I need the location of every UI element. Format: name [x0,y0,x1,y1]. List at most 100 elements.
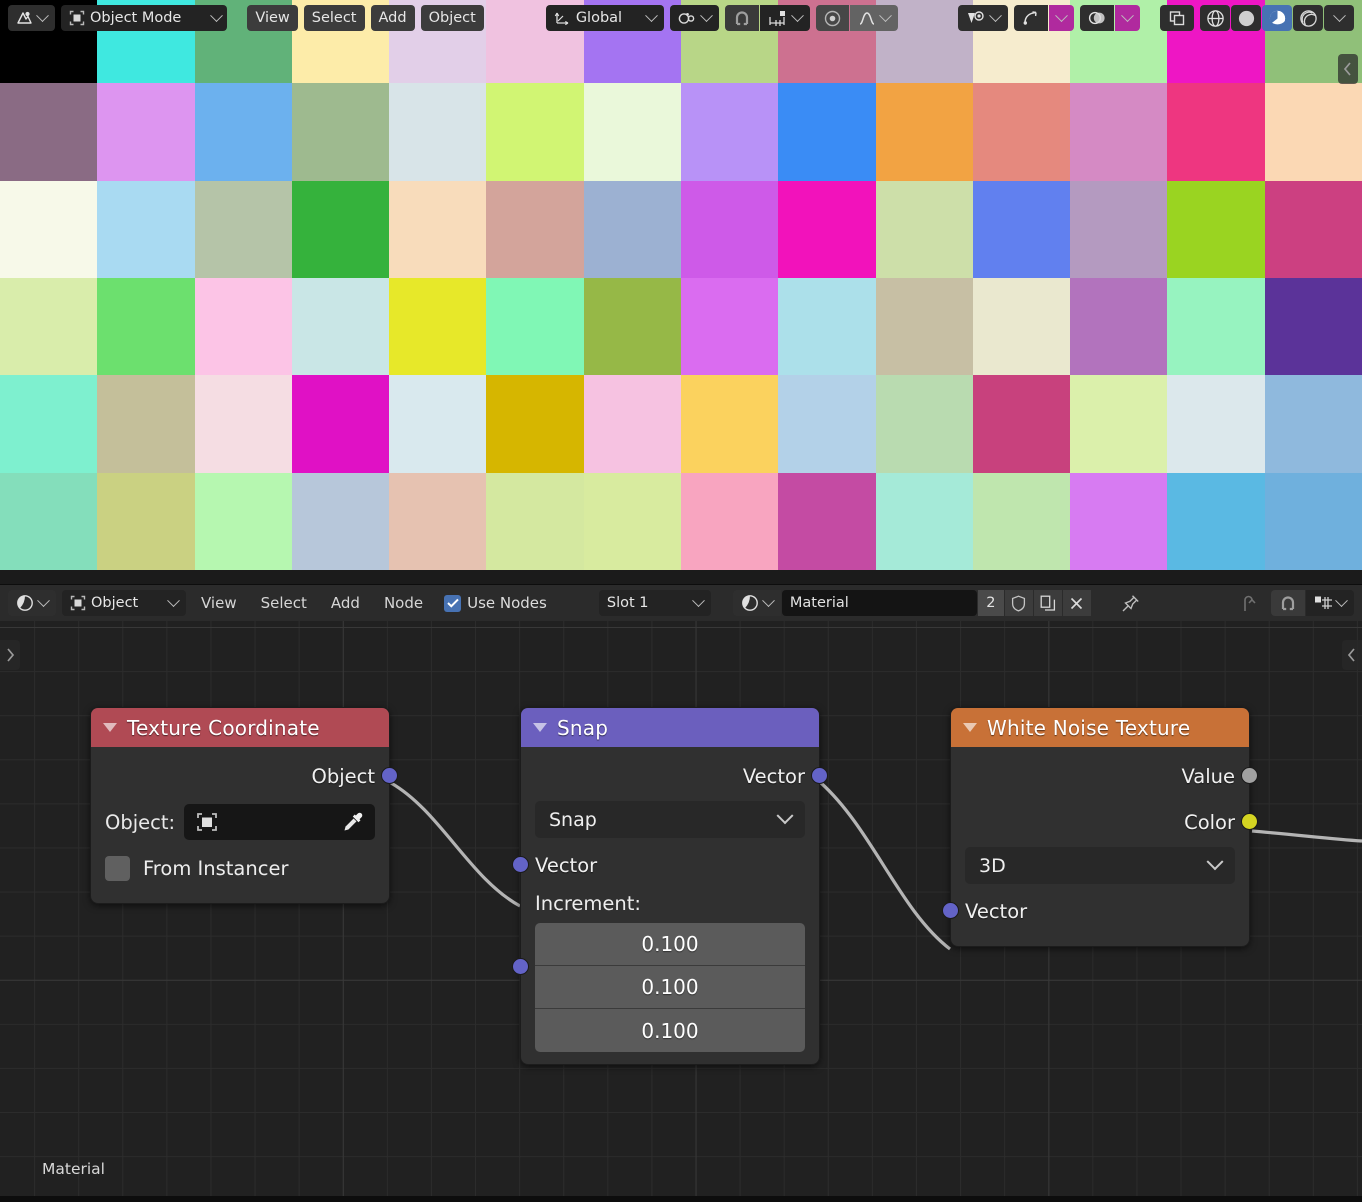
proportional-falloff-selector[interactable] [849,5,898,31]
chevron-down-icon [1335,593,1348,607]
material-name-input[interactable]: Material [781,590,977,616]
snap-target-selector[interactable] [759,5,810,31]
socket-vector-input[interactable] [512,856,529,873]
node-header[interactable]: White Noise Texture [951,708,1249,747]
shader-menu-add[interactable]: Add [322,590,369,616]
socket-increment-input[interactable] [512,958,529,975]
shader-menu-node[interactable]: Node [375,590,432,616]
chevron-down-icon [790,8,804,22]
shading-solid-button[interactable] [1231,5,1261,31]
operation-dropdown[interactable]: Snap [535,801,805,838]
shield-fake-user-icon[interactable] [1004,590,1033,616]
snap-node-icon [1315,596,1332,609]
toggle-xray-icon[interactable] [1160,5,1194,31]
viewport-swatch [778,278,876,376]
socket-vector-output[interactable] [811,767,828,784]
socket-object-output[interactable] [381,767,398,784]
solid-icon [1238,10,1254,26]
dimensions-dropdown[interactable]: 3D [965,847,1235,884]
viewport-header: Object Mode View Select Add Object Globa… [0,0,1362,36]
material-browse-icon[interactable] [732,590,781,616]
viewport-swatch [972,180,1071,278]
chevron-down-icon [989,8,1002,22]
material-user-count[interactable]: 2 [977,590,1004,616]
viewport-swatch [583,83,681,181]
shader-menu-view[interactable]: View [192,590,246,616]
editor-type-shader-icon[interactable] [8,590,56,616]
shader-type-selector[interactable]: Object [62,590,186,616]
collapse-triangle-icon[interactable] [963,723,977,732]
snap-magnet-icon[interactable] [1271,590,1305,616]
pivot-point-icon [678,12,695,24]
node-title: Snap [557,715,609,740]
viewport-swatch [778,375,876,473]
node-texture-coordinate[interactable]: Texture Coordinate Object Object: From I… [90,707,398,904]
go-to-parent-icon[interactable] [1231,594,1265,613]
viewport-swatch [1264,375,1362,473]
viewport-swatch [875,278,973,376]
object-shader-icon [70,595,86,611]
socket-vector-input[interactable] [942,902,959,919]
gizmo-options-dropdown[interactable] [1049,5,1074,31]
viewport-swatch [194,278,292,376]
from-instancer-label: From Instancer [143,856,289,880]
viewport-swatch [1070,375,1168,473]
from-instancer-checkbox[interactable]: From Instancer [91,845,389,891]
node-snap[interactable]: Snap Vector Snap Vector Increment: 0.100… [512,707,828,1065]
snap-magnet-icon[interactable] [724,5,759,31]
node-white-noise-texture[interactable]: White Noise Texture Value Color 3D Vecto… [942,707,1258,947]
shading-options-dropdown[interactable] [1324,5,1354,31]
viewport-menu-select[interactable]: Select [303,5,365,31]
node-sidebar-toggle-left[interactable] [0,640,20,670]
increment-y-field[interactable]: 0.100 [535,966,805,1009]
socket-color-output[interactable] [1241,813,1258,830]
material-slot-selector[interactable]: Slot 1 [598,590,711,616]
pivot-point-selector[interactable] [669,5,719,31]
gizmo-icon[interactable] [1014,5,1048,31]
transform-orientation-selector[interactable]: Global [545,5,664,31]
shading-wireframe-button[interactable] [1200,5,1230,31]
viewport-swatch [875,83,973,181]
3d-viewport[interactable]: Object Mode View Select Add Object Globa… [0,0,1362,584]
viewport-swatch [291,278,390,376]
chevron-down-icon [691,593,705,607]
shading-material-preview-button[interactable] [1262,5,1292,31]
collapse-triangle-icon[interactable] [533,723,547,732]
viewport-menu-object[interactable]: Object [420,5,484,31]
object-visibility-selector[interactable] [958,5,1008,31]
use-nodes-checkbox[interactable]: Use Nodes [438,594,547,612]
mode-selector[interactable]: Object Mode [61,5,228,31]
shader-menu-select[interactable]: Select [252,590,316,616]
viewport-swatch [1167,180,1265,278]
node-header[interactable]: Snap [521,708,819,747]
viewport-menu-view[interactable]: View [247,5,298,31]
proportional-editing-icon[interactable] [815,5,849,31]
increment-x-field[interactable]: 0.100 [535,923,805,966]
viewport-swatch [1167,472,1265,570]
viewport-swatch [1070,472,1168,570]
object-field-input[interactable] [184,804,375,840]
chevron-down-icon [1121,8,1134,22]
collapse-triangle-icon[interactable] [103,723,117,732]
material-preview-icon [1269,10,1285,27]
output-socket-row-color: Color [951,799,1258,845]
unlink-x-icon[interactable] [1062,590,1091,616]
viewport-sidebar-toggle-right[interactable] [1338,54,1358,84]
overlays-icon[interactable] [1080,5,1114,31]
increment-z-field[interactable]: 0.100 [535,1009,805,1052]
eyedropper-icon[interactable] [341,810,365,834]
shading-rendered-button[interactable] [1293,5,1323,31]
snap-node-selector[interactable] [1306,590,1354,616]
pin-icon[interactable] [1115,594,1146,613]
node-header[interactable]: Texture Coordinate [91,708,389,747]
duplicate-material-icon[interactable] [1033,590,1062,616]
overlay-options-dropdown[interactable] [1115,5,1140,31]
editor-type-3dviewport-icon[interactable] [8,5,55,31]
chevron-down-icon [1206,852,1224,870]
shader-node-editor[interactable]: Texture Coordinate Object Object: From I… [0,621,1362,1196]
node-sidebar-toggle-right[interactable] [1342,640,1362,670]
chevron-down-icon [1332,8,1346,22]
socket-value-output[interactable] [1241,767,1258,784]
viewport-menu-add[interactable]: Add [370,5,415,31]
viewport-swatch [486,83,584,181]
